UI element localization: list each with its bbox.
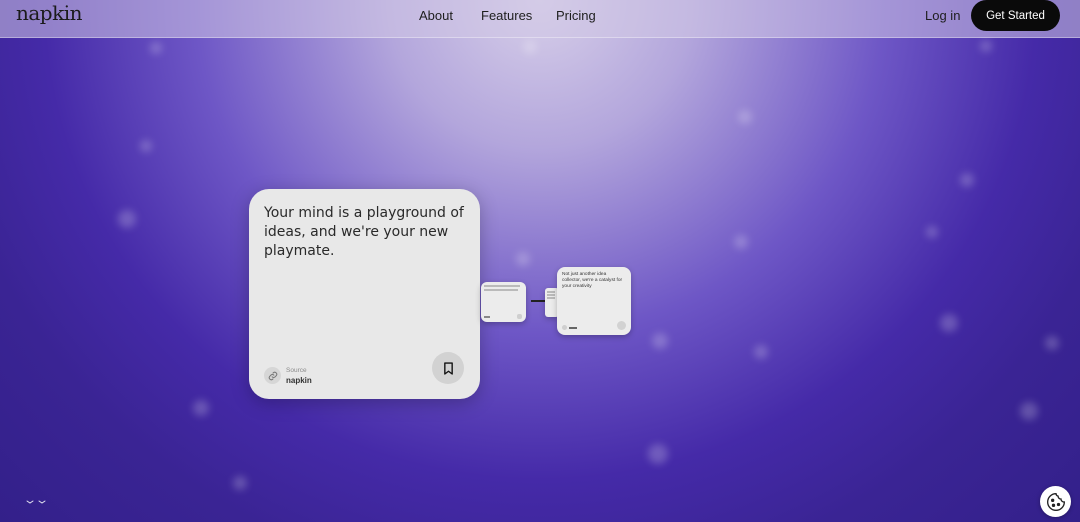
- bokeh-dot: [150, 42, 162, 54]
- bokeh-dot: [140, 140, 152, 152]
- nav-pricing[interactable]: Pricing: [556, 8, 596, 23]
- bokeh-dot: [738, 110, 752, 124]
- bokeh-dot: [980, 40, 992, 52]
- idea-card-text: Your mind is a playground of ideas, and …: [264, 205, 464, 259]
- bokeh-dot: [516, 252, 530, 266]
- bokeh-dot: [648, 444, 668, 464]
- login-link[interactable]: Log in: [925, 8, 960, 23]
- bokeh-dot: [754, 345, 768, 359]
- idea-card[interactable]: Your mind is a playground of ideas, and …: [249, 189, 480, 399]
- bookmark-icon: [443, 361, 453, 375]
- bokeh-dot: [233, 476, 247, 490]
- bokeh-dot: [652, 333, 668, 349]
- bokeh-dot: [734, 235, 748, 249]
- source-label: Source: [286, 367, 307, 374]
- bokeh-dot: [960, 173, 974, 187]
- get-started-button[interactable]: Get Started: [971, 0, 1060, 31]
- connector-label: [531, 300, 545, 302]
- bokeh-dot: [193, 400, 209, 416]
- mini-card[interactable]: [481, 282, 526, 322]
- cookie-settings-button[interactable]: [1040, 486, 1071, 517]
- chevron-down-icon[interactable]: [26, 492, 46, 510]
- source-name: napkin: [286, 376, 312, 385]
- bokeh-dot: [523, 40, 537, 54]
- cookie-icon: [1046, 492, 1065, 511]
- top-nav-bar: napkin About Features Pricing Log in Get…: [0, 0, 1080, 38]
- bokeh-dot: [118, 210, 136, 228]
- bokeh-dot: [1045, 336, 1059, 350]
- nav-features[interactable]: Features: [481, 8, 532, 23]
- bokeh-dot: [940, 314, 958, 332]
- bokeh-dot: [1020, 402, 1038, 420]
- mini-card-text: Not just another idea collector, we're a…: [562, 272, 623, 289]
- mini-card[interactable]: Not just another idea collector, we're a…: [557, 267, 631, 335]
- logo[interactable]: napkin: [16, 1, 83, 25]
- bokeh-dot: [926, 226, 938, 238]
- bookmark-button[interactable]: [432, 352, 464, 384]
- link-icon: [264, 367, 281, 384]
- nav-about[interactable]: About: [419, 8, 453, 23]
